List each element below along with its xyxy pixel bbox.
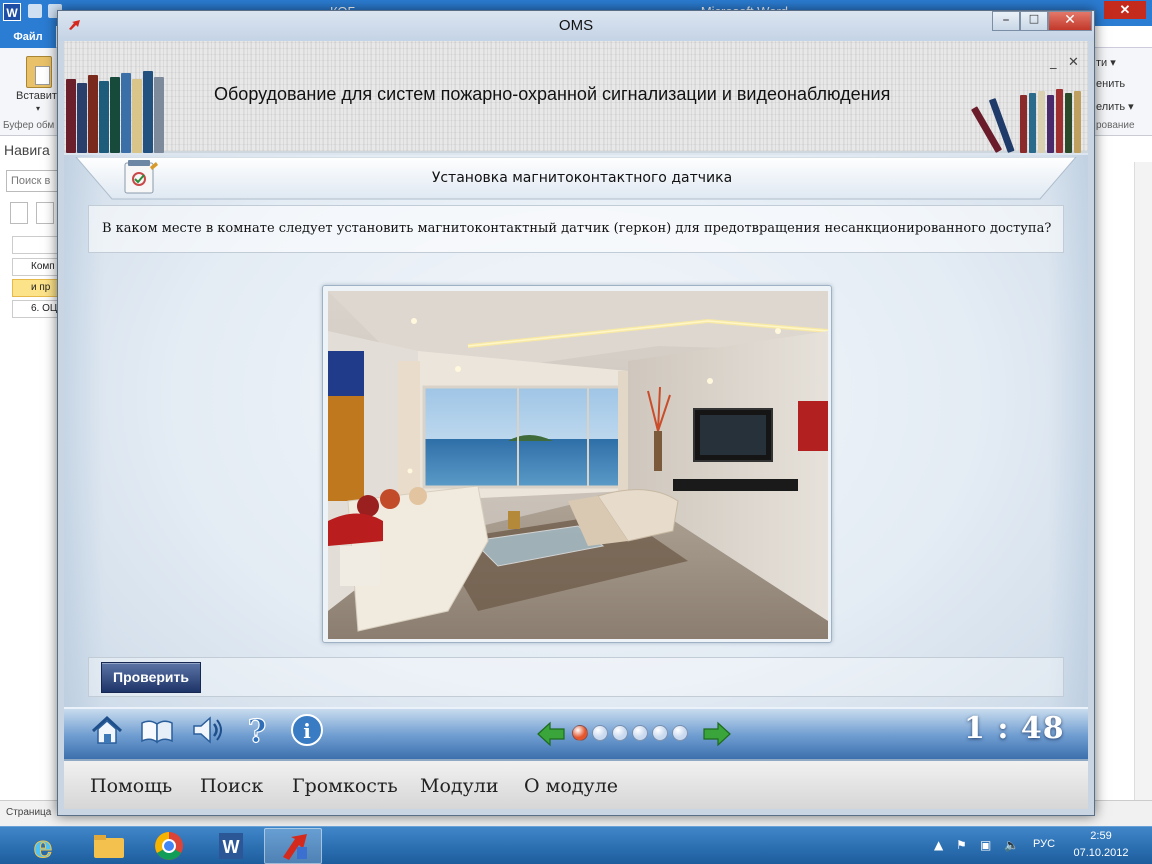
menu-help[interactable]: Помощь xyxy=(90,775,172,797)
word-navigation-pane: Навига Поиск в Комп и пр 6. ОЦ xyxy=(0,136,62,800)
oms-content: Оборудование для систем пожарно-охранной… xyxy=(64,41,1088,809)
oms-window-title: OMS xyxy=(558,17,594,34)
banner-window-controls: _ ✕ xyxy=(1050,55,1084,73)
language-indicator[interactable]: РУС xyxy=(1033,838,1055,850)
progress-dot[interactable] xyxy=(592,725,608,741)
book-icon[interactable] xyxy=(138,711,176,749)
paste-label[interactable]: Вставит xyxy=(16,90,57,102)
word-logo-icon: W xyxy=(3,3,21,21)
progress-dot[interactable] xyxy=(572,725,588,741)
tray-expand-icon[interactable]: ▲ xyxy=(934,838,943,852)
ribbon-right-item-3[interactable]: елить ▾ xyxy=(1096,100,1134,113)
lesson-area: Установка магнитоконтактного датчика В к… xyxy=(64,155,1088,759)
nav-pages-view-icon[interactable] xyxy=(36,202,54,224)
svg-text:W: W xyxy=(223,837,240,857)
internet-explorer-icon[interactable]: e xyxy=(14,828,72,864)
nav-pane-title: Навига xyxy=(4,142,50,158)
progress-dot[interactable] xyxy=(652,725,668,741)
svg-text:?: ? xyxy=(248,712,267,749)
control-bar: ? i 1 : 48 xyxy=(64,707,1088,759)
editing-group-label: рование xyxy=(1096,120,1135,131)
menu-volume[interactable]: Громкость xyxy=(292,775,398,797)
books-right-image xyxy=(971,85,1088,153)
next-arrow-icon[interactable] xyxy=(702,721,732,747)
minimize-button[interactable]: – xyxy=(992,11,1020,31)
volume-tray-icon[interactable]: 🔈 xyxy=(1004,838,1019,852)
close-button[interactable]: ✕ xyxy=(1048,11,1092,31)
svg-text:i: i xyxy=(303,719,311,743)
nav-row-2[interactable]: и пр xyxy=(12,279,62,297)
oms-titlebar[interactable]: OMS – □ ✕ xyxy=(58,11,1094,41)
oms-icon[interactable] xyxy=(264,828,322,864)
oms-window: OMS – □ ✕ Оборудование для систем пожарн… xyxy=(57,10,1095,816)
nav-row-1[interactable]: Комп xyxy=(12,258,62,276)
ribbon-right-item-1[interactable]: ти ▾ xyxy=(1096,56,1116,69)
paste-chevron-icon[interactable]: ▾ xyxy=(36,104,40,113)
svg-text:e: e xyxy=(33,830,52,864)
progress-dot[interactable] xyxy=(672,725,688,741)
tab-file[interactable]: Файл xyxy=(0,26,56,48)
banner-minimize-icon[interactable]: _ xyxy=(1050,55,1057,70)
chrome-icon[interactable] xyxy=(140,828,198,864)
clipboard-group-label: Буфер обм xyxy=(3,120,55,131)
progress-dot[interactable] xyxy=(632,725,648,741)
maximize-button[interactable]: □ xyxy=(1020,11,1048,31)
books-left-image xyxy=(64,71,172,153)
bottom-menu: Помощь Поиск Громкость Модули О модуле xyxy=(64,759,1088,809)
nav-headings-view-icon[interactable] xyxy=(10,202,28,224)
topic-header: Установка магнитоконтактного датчика xyxy=(74,157,1078,203)
banner-title: Оборудование для систем пожарно-охранной… xyxy=(214,84,891,104)
menu-search[interactable]: Поиск xyxy=(200,775,263,797)
paste-icon[interactable] xyxy=(26,56,52,88)
nav-blank-row[interactable] xyxy=(12,236,62,254)
banner-close-icon[interactable]: ✕ xyxy=(1068,55,1079,70)
header-banner: Оборудование для систем пожарно-охранной… xyxy=(64,41,1088,153)
file-explorer-icon[interactable] xyxy=(80,828,138,864)
room-photo-frame xyxy=(322,285,832,643)
word-close-button[interactable]: ✕ xyxy=(1104,1,1146,19)
question-text: В каком месте в комнате следует установи… xyxy=(102,221,1052,236)
check-panel: Проверить xyxy=(88,657,1064,697)
check-answer-button[interactable]: Проверить xyxy=(101,662,201,693)
menu-modules[interactable]: Модули xyxy=(420,775,499,797)
word-icon[interactable]: W xyxy=(202,828,260,864)
nav-row-3[interactable]: 6. ОЦ xyxy=(12,300,62,318)
topic-title: Установка магнитоконтактного датчика xyxy=(431,170,733,186)
info-icon[interactable]: i xyxy=(288,711,326,749)
home-icon[interactable] xyxy=(88,711,126,749)
status-page-label: Страница xyxy=(6,807,52,818)
network-icon[interactable]: ▣ xyxy=(980,838,991,852)
menu-about-module[interactable]: О модуле xyxy=(524,775,618,797)
progress-dot[interactable] xyxy=(612,725,628,741)
room-photo-image[interactable] xyxy=(328,291,828,639)
help-icon[interactable]: ? xyxy=(238,711,276,749)
clock-time[interactable]: 2:59 xyxy=(1060,830,1142,842)
flag-icon[interactable]: ⚑ xyxy=(956,838,967,852)
word-vertical-scrollbar[interactable] xyxy=(1134,162,1152,800)
nav-search-input[interactable]: Поиск в xyxy=(6,170,60,192)
question-box: В каком месте в комнате следует установи… xyxy=(88,205,1064,253)
clock-date[interactable]: 07.10.2012 xyxy=(1060,847,1142,859)
save-icon[interactable] xyxy=(28,4,42,18)
windows-taskbar: e W ▲ ⚑ ▣ 🔈 РУС 2:59 07.10.2012 xyxy=(0,826,1152,864)
previous-arrow-icon[interactable] xyxy=(536,721,566,747)
ribbon-right-item-2[interactable]: енить xyxy=(1096,78,1125,90)
speaker-icon[interactable] xyxy=(188,711,226,749)
timer: 1 : 48 xyxy=(964,711,1065,746)
